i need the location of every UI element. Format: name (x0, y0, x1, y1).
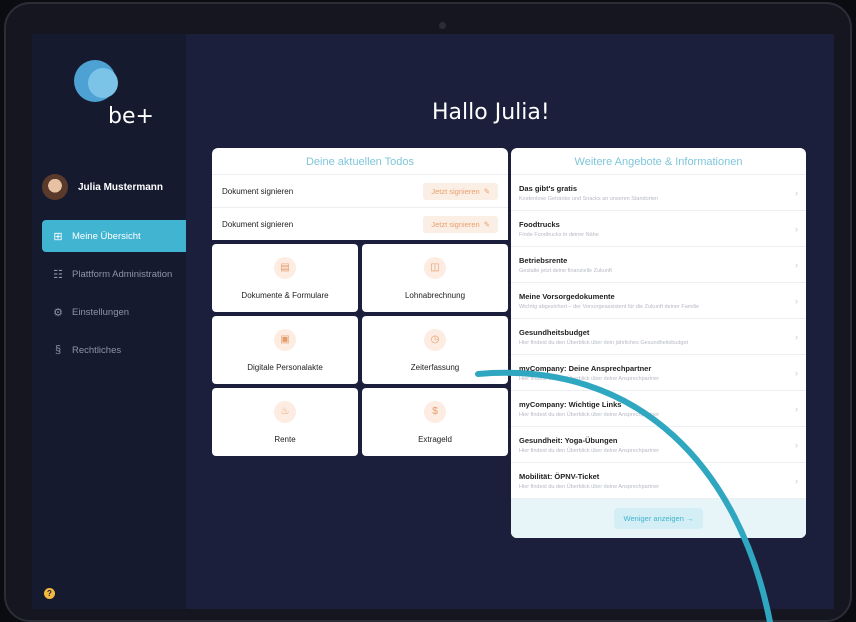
decorative-swoosh (475, 369, 773, 622)
swoosh-path (475, 369, 773, 622)
